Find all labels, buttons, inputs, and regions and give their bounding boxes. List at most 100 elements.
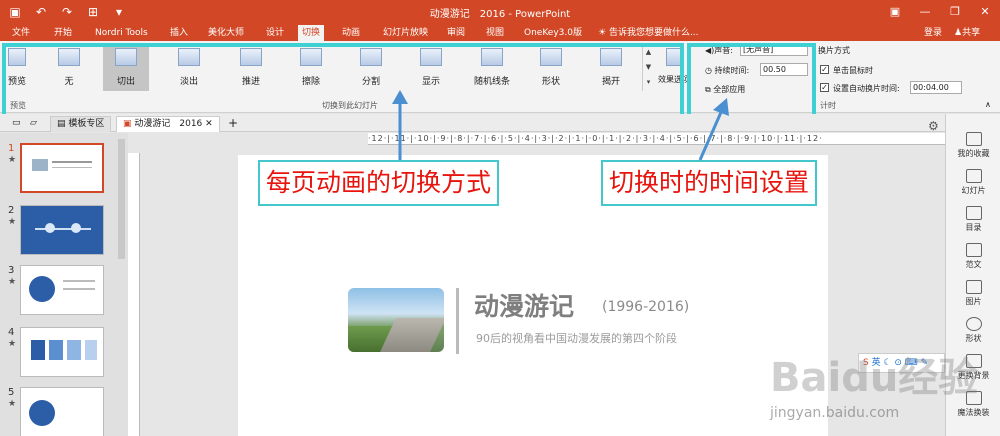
thumb-block [49, 340, 63, 360]
highlight-timing-settings [687, 43, 816, 120]
tab-transitions[interactable]: 切换 [298, 25, 325, 41]
tab-slideshow[interactable]: 幻灯片放映 [379, 25, 432, 41]
panel-images[interactable]: 图片 [946, 280, 1000, 307]
person-icon: ♟ [954, 28, 963, 38]
doc-tab-current[interactable]: ▣ 动漫游记 2016 ✕ [116, 116, 220, 132]
thumb-circle [29, 276, 55, 302]
on-click-label: 单击鼠标时 [833, 66, 873, 75]
after-time-input[interactable]: 00:04.00 [910, 81, 962, 94]
anime-road-image[interactable] [348, 288, 444, 352]
slide-title[interactable]: 动漫游记 [474, 287, 574, 323]
slide-number: 1 [8, 143, 15, 154]
thumb-node [71, 223, 81, 233]
ppt-file-icon: ▣ [123, 119, 135, 129]
transition-star-icon: ★ [8, 339, 17, 349]
slide-thumbnail-3[interactable] [20, 265, 104, 315]
thumbnail-scrollbar[interactable] [118, 139, 125, 259]
window-controls: ▣ — ❐ ✕ [880, 0, 1000, 24]
new-tab-icon[interactable]: + [222, 116, 244, 132]
panel-label: 范文 [965, 260, 982, 269]
panel-label: 形状 [965, 334, 982, 343]
after-checkbox[interactable]: ✓ [820, 83, 829, 92]
tab-review[interactable]: 审阅 [443, 25, 469, 41]
tab-home[interactable]: 开始 [50, 25, 76, 41]
tab-onekey[interactable]: OneKey3.0版 [520, 25, 586, 41]
thumb-block [67, 340, 81, 360]
document-tab-bar: ▤ 模板专区 ▣ 动漫游记 2016 ✕ + ▭ ▱ [0, 114, 945, 132]
thumb-circle [29, 400, 55, 426]
thumb-block [31, 340, 45, 360]
slides-icon [965, 169, 982, 183]
ribbon-display-icon[interactable]: ▣ [880, 0, 910, 24]
list-icon [965, 206, 982, 220]
doc-tab-templates[interactable]: ▤ 模板专区 [50, 116, 112, 132]
slide-number: 3 [8, 265, 15, 276]
tab-nordri-tools[interactable]: Nordri Tools [91, 25, 152, 41]
share-label: 共享 [962, 28, 981, 38]
document-icon [965, 243, 982, 257]
slide-thumbnail-2[interactable] [20, 205, 104, 255]
favorites-icon [965, 132, 982, 146]
minimize-icon[interactable]: — [910, 0, 940, 24]
collapse-ribbon-icon[interactable]: ∧ [985, 100, 991, 109]
powerpoint-window: ▣ ↶ ↷ ⊞ ▾ 动漫游记 2016 - PowerPoint ▣ — ❐ ✕… [0, 0, 1000, 436]
panel-samples[interactable]: 范文 [946, 243, 1000, 270]
slide-thumbnail-1[interactable] [20, 143, 104, 193]
title-divider [456, 288, 459, 354]
after-label: 设置自动换片时间: [833, 84, 900, 93]
group-label-timing: 计时 [820, 101, 836, 110]
thumb-title-line [52, 161, 92, 163]
thumb-node [45, 223, 55, 233]
lightbulb-icon: ☀ [598, 28, 609, 38]
thumb-timeline [35, 228, 91, 230]
ribbon-tabs: 文件 开始 Nordri Tools 插入 美化大师 设计 切换 动画 幻灯片放… [0, 24, 1000, 41]
slide-thumbnail-4[interactable] [20, 327, 104, 377]
image-icon [965, 280, 982, 294]
panel-label: 魔法换装 [957, 408, 990, 417]
settings-gear-icon[interactable]: ⚙ [928, 119, 939, 133]
on-click-checkbox[interactable]: ✓ [820, 65, 829, 74]
tell-me-box[interactable]: ☀ 告诉我您想要做什么... [598, 25, 699, 41]
share-button[interactable]: ♟共享 [954, 25, 980, 41]
vertical-ruler [128, 153, 140, 436]
annotation-transition-styles: 每页动画的切换方式 [258, 160, 500, 206]
slide-number: 4 [8, 327, 15, 338]
restore-icon[interactable]: ❐ [940, 0, 970, 24]
transition-star-icon: ★ [8, 155, 17, 165]
panel-shapes[interactable]: 形状 [946, 317, 1000, 344]
slide-number: 5 [8, 387, 15, 398]
highlight-transition-gallery [2, 43, 684, 120]
slide-number: 2 [8, 205, 15, 216]
doc-tab-label: 模板专区 [68, 119, 105, 129]
horizontal-ruler: ·12·|·11·|·10·|·9·|·8·|·7·|·6·|·5·|·4·|·… [368, 133, 948, 145]
panel-slides[interactable]: 幻灯片 [946, 169, 1000, 196]
thumb-line [63, 280, 95, 282]
thumb-line [63, 288, 95, 290]
road-shape [380, 318, 444, 352]
after-time-value: 00:04.00 [913, 83, 949, 92]
tab-insert[interactable]: 插入 [166, 25, 192, 41]
panel-favorites[interactable]: 我的收藏 [946, 132, 1000, 159]
panel-toc[interactable]: 目录 [946, 206, 1000, 233]
tab-animations[interactable]: 动画 [338, 25, 364, 41]
watermark-url: jingyan.baidu.com [770, 405, 900, 421]
transition-star-icon: ★ [8, 217, 17, 227]
transition-star-icon: ★ [8, 277, 17, 287]
signin-link[interactable]: 登录 [924, 25, 942, 41]
slide-years[interactable]: (1996-2016) [602, 299, 689, 315]
slide-thumbnail-5[interactable] [20, 387, 104, 436]
title-bar: ▣ ↶ ↷ ⊞ ▾ 动漫游记 2016 - PowerPoint ▣ — ❐ ✕ [0, 0, 1000, 24]
slide-thumbnail-pane: 1 ★ 2 ★ 3 ★ 4 ★ 5 ★ [0, 133, 128, 436]
baidu-watermark: Baidu经验 [770, 355, 979, 401]
panel-label: 目录 [965, 223, 982, 232]
open-folder-icon[interactable]: ▱ [24, 116, 43, 132]
doc-tab-close-icon[interactable]: ✕ [205, 119, 213, 129]
slide-subtitle[interactable]: 90后的视角看中国动漫发展的第四个阶段 [476, 330, 677, 346]
tab-file[interactable]: 文件 [8, 25, 34, 41]
tab-meihua[interactable]: 美化大师 [204, 25, 248, 41]
thumb-block [85, 340, 97, 360]
tab-design[interactable]: 设计 [262, 25, 288, 41]
tab-view[interactable]: 视图 [482, 25, 508, 41]
doc-tab-label: 动漫游记 2016 [134, 119, 203, 129]
close-icon[interactable]: ✕ [970, 0, 1000, 24]
